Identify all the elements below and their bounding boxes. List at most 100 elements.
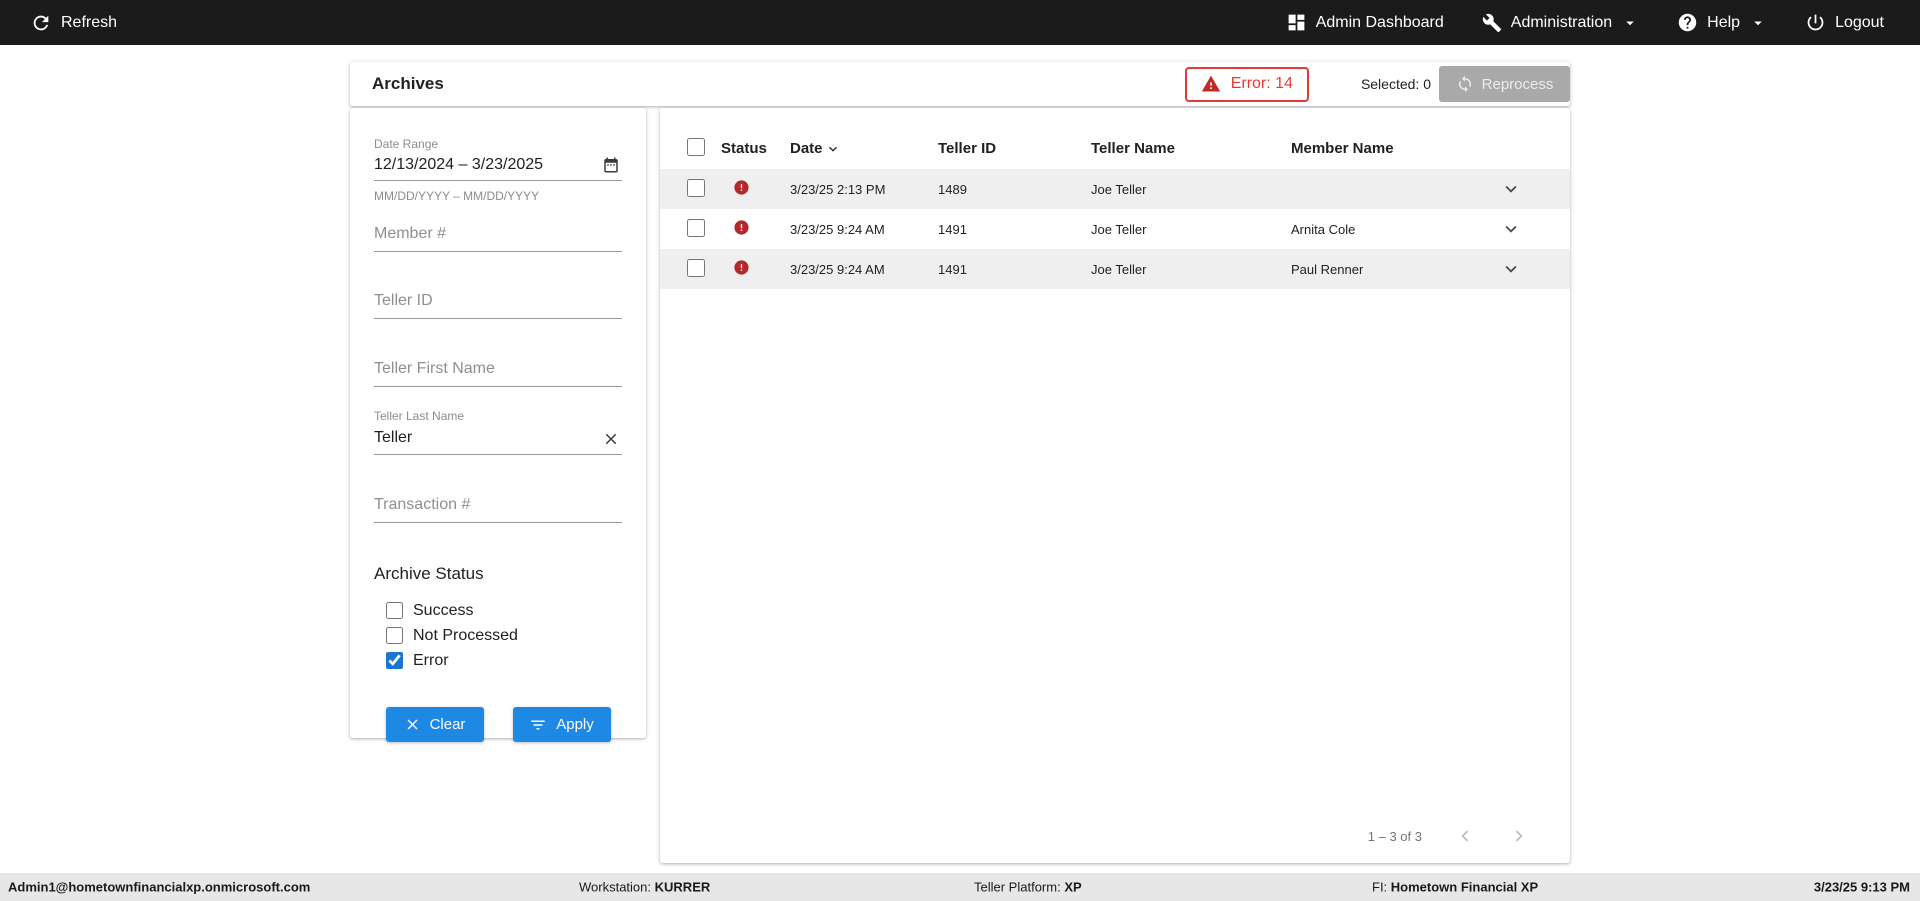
- column-header-status: Status: [721, 140, 767, 157]
- administration-menu[interactable]: Administration: [1482, 13, 1639, 33]
- cell-teller-name: Joe Teller: [1091, 181, 1147, 197]
- chevron-down-icon: [1621, 14, 1639, 32]
- teller-last-name-label: Teller Last Name: [374, 409, 465, 423]
- statusbar-financial-institution: FI: Hometown Financial XP: [1372, 879, 1539, 895]
- success-label: Success: [413, 601, 474, 619]
- statusbar: Admin1@hometownfinancialxp.onmicrosoft.c…: [0, 873, 1920, 901]
- clear-field-icon[interactable]: [600, 430, 622, 448]
- date-range-hint: MM/DD/YYYY – MM/DD/YYYY: [374, 189, 540, 203]
- statusbar-workstation: Workstation: KURRER: [579, 879, 711, 895]
- cell-teller-name: Joe Teller: [1091, 221, 1147, 237]
- expand-row-button[interactable]: [1498, 176, 1524, 202]
- cell-teller-id: 1489: [938, 181, 967, 197]
- reprocess-label: Reprocess: [1481, 75, 1554, 93]
- page-title: Archives: [372, 74, 444, 93]
- next-page-button[interactable]: [1508, 825, 1530, 847]
- row-checkbox-cell: [676, 258, 721, 280]
- logout-label: Logout: [1835, 13, 1884, 31]
- table-body: 3/23/25 2:13 PM 1489 Joe Teller 3/23/25 …: [660, 169, 1570, 289]
- row-checkbox[interactable]: [687, 258, 705, 277]
- help-icon: [1677, 12, 1698, 33]
- topbar: Refresh Admin Dashboard Administration H…: [0, 0, 1920, 45]
- status-filter-not-processed[interactable]: Not Processed: [374, 623, 622, 648]
- dashboard-icon: [1286, 12, 1307, 33]
- apply-button[interactable]: Apply: [512, 707, 611, 742]
- cell-member-name: Arnita Cole: [1291, 221, 1356, 237]
- reprocess-button[interactable]: Reprocess: [1439, 66, 1570, 102]
- date-range-field: Date Range 12/13/2024 – 3/23/2025 MM/DD/…: [374, 137, 622, 203]
- clear-label: Clear: [429, 716, 466, 733]
- table-row: 3/23/25 9:24 AM 1491 Joe Teller Paul Ren…: [660, 249, 1570, 289]
- warning-triangle-icon: [1201, 74, 1221, 94]
- archives-table: Status Date Teller ID Teller Name Member…: [660, 108, 1570, 863]
- date-range-input[interactable]: 12/13/2024 – 3/23/2025: [374, 151, 622, 181]
- previous-page-button[interactable]: [1454, 825, 1476, 847]
- logout-button[interactable]: Logout: [1805, 12, 1884, 33]
- pagination-range-label: 1 – 3 of 3: [1367, 828, 1422, 844]
- teller-first-name-input[interactable]: [374, 352, 622, 387]
- member-number-input[interactable]: [374, 217, 622, 252]
- select-all-cell: [676, 137, 721, 160]
- error-label: Error: [413, 651, 449, 669]
- teller-last-name-field: Teller Last Name: [374, 409, 622, 455]
- help-menu[interactable]: Help: [1677, 12, 1767, 33]
- table-row: 3/23/25 9:24 AM 1491 Joe Teller Arnita C…: [660, 209, 1570, 249]
- refresh-button[interactable]: Refresh: [30, 12, 117, 34]
- apply-label: Apply: [556, 716, 594, 733]
- error-status-icon: [733, 179, 750, 196]
- close-icon: [404, 716, 421, 733]
- teller-id-input[interactable]: [374, 284, 622, 319]
- refresh-icon: [30, 12, 52, 34]
- error-status-icon: [733, 219, 750, 236]
- cell-member-name: Paul Renner: [1291, 261, 1364, 277]
- archive-status-heading: Archive Status: [374, 564, 484, 583]
- sort-descending-icon: [825, 141, 841, 157]
- cell-teller-id: 1491: [938, 261, 967, 277]
- statusbar-user: Admin1@hometownfinancialxp.onmicrosoft.c…: [8, 879, 311, 895]
- status-filter-error[interactable]: Error: [374, 648, 622, 673]
- row-checkbox-cell: [676, 178, 721, 200]
- row-checkbox[interactable]: [687, 218, 705, 237]
- application-window: Refresh Admin Dashboard Administration H…: [0, 0, 1920, 901]
- power-icon: [1805, 12, 1826, 33]
- cell-date: 3/23/25 2:13 PM: [790, 181, 886, 197]
- main-content: Archives Error: 14 Selected: 0 Reprocess: [350, 62, 1570, 863]
- expand-row-button[interactable]: [1498, 216, 1524, 242]
- wrench-icon: [1482, 13, 1502, 33]
- clear-button[interactable]: Clear: [385, 707, 484, 742]
- success-checkbox[interactable]: [386, 602, 403, 619]
- page-header: Archives Error: 14 Selected: 0 Reprocess: [350, 62, 1570, 106]
- column-header-teller-id: Teller ID: [938, 140, 997, 157]
- row-checkbox[interactable]: [687, 178, 705, 197]
- not-processed-checkbox[interactable]: [386, 627, 403, 644]
- selected-count: Selected: 0: [1360, 76, 1431, 92]
- pagination: 1 – 3 of 3: [1368, 825, 1530, 847]
- error-badge-label: Error: 14: [1230, 75, 1293, 92]
- column-header-member-name: Member Name: [1291, 140, 1394, 157]
- cell-date: 3/23/25 9:24 AM: [790, 261, 885, 277]
- table-row: 3/23/25 2:13 PM 1489 Joe Teller: [660, 169, 1570, 209]
- filter-panel: Date Range 12/13/2024 – 3/23/2025 MM/DD/…: [350, 108, 646, 742]
- error-checkbox[interactable]: [386, 652, 403, 669]
- table-header-row: Status Date Teller ID Teller Name Member…: [660, 128, 1570, 169]
- select-all-checkbox[interactable]: [687, 137, 705, 156]
- date-range-value: 12/13/2024 – 3/23/2025: [374, 156, 544, 173]
- teller-last-name-input[interactable]: [374, 423, 600, 454]
- help-label: Help: [1707, 13, 1741, 31]
- date-range-label: Date Range: [374, 137, 439, 151]
- sync-icon: [1456, 75, 1474, 93]
- expand-row-button[interactable]: [1498, 256, 1524, 282]
- not-processed-label: Not Processed: [413, 626, 518, 644]
- status-filter-success[interactable]: Success: [374, 598, 622, 623]
- cell-date: 3/23/25 9:24 AM: [790, 221, 885, 237]
- column-header-date[interactable]: Date: [790, 140, 841, 157]
- calendar-icon[interactable]: [600, 156, 622, 174]
- row-checkbox-cell: [676, 218, 721, 240]
- column-header-teller-name: Teller Name: [1091, 140, 1175, 157]
- transaction-number-input[interactable]: [374, 488, 622, 523]
- administration-label: Administration: [1510, 13, 1613, 31]
- error-count-badge: Error: 14: [1184, 66, 1309, 102]
- refresh-label: Refresh: [61, 13, 118, 31]
- cell-teller-name: Joe Teller: [1091, 261, 1147, 277]
- admin-dashboard-button[interactable]: Admin Dashboard: [1286, 12, 1444, 33]
